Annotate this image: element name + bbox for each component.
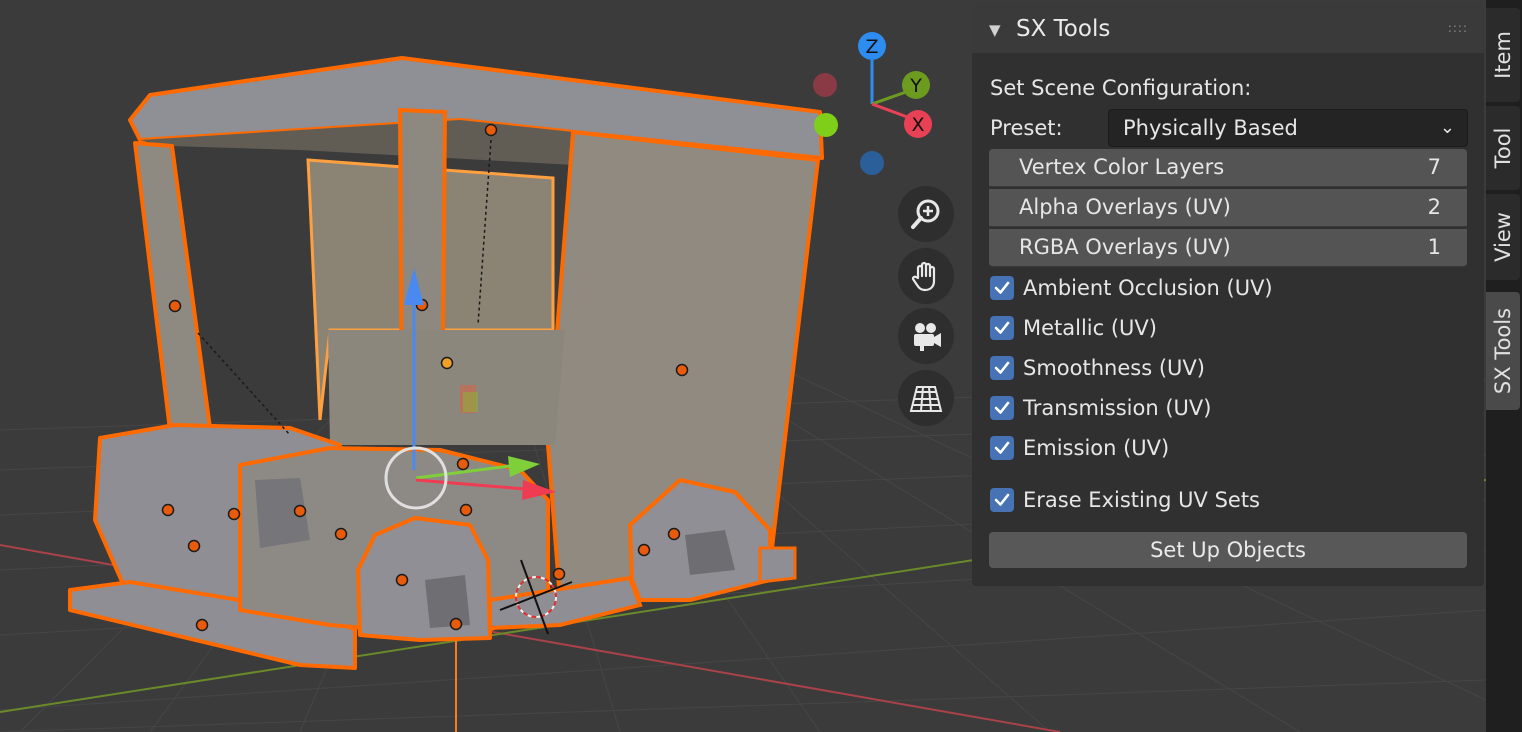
checkbox-label: Emission (UV) bbox=[1023, 436, 1170, 460]
grid-perspective-icon bbox=[909, 386, 943, 412]
metallic-checkbox-row[interactable]: Metallic (UV) bbox=[990, 313, 1157, 343]
rgba-overlays-field[interactable]: RGBA Overlays (UV) 1 bbox=[989, 229, 1467, 267]
field-label: Alpha Overlays (UV) bbox=[1019, 195, 1231, 219]
transmission-checkbox-row[interactable]: Transmission (UV) bbox=[990, 393, 1211, 423]
tab-label: Item bbox=[1491, 31, 1515, 79]
smoothness-checkbox-row[interactable]: Smoothness (UV) bbox=[990, 353, 1205, 383]
tab-view[interactable]: View bbox=[1486, 194, 1520, 280]
set-up-objects-button[interactable]: Set Up Objects bbox=[989, 532, 1467, 568]
tab-label: SX Tools bbox=[1491, 307, 1515, 395]
erase-uv-sets-checkbox[interactable] bbox=[990, 488, 1014, 512]
field-value: 7 bbox=[1427, 155, 1441, 179]
hand-pan-icon bbox=[911, 261, 936, 292]
checkmark-icon bbox=[994, 281, 1010, 294]
camera-view-button[interactable] bbox=[898, 308, 954, 364]
preset-dropdown[interactable]: Physically Based ⌄ bbox=[1108, 109, 1468, 147]
perspective-toggle-button[interactable] bbox=[898, 370, 954, 426]
checkbox-label: Transmission (UV) bbox=[1023, 396, 1212, 420]
checkmark-icon bbox=[994, 401, 1010, 414]
checkbox-label: Ambient Occlusion (UV) bbox=[1023, 276, 1273, 300]
sidebar-tabs: Item Tool View SX Tools bbox=[1486, 0, 1522, 732]
panel-header[interactable]: ▼ SX Tools :::: bbox=[972, 5, 1484, 53]
field-value: 1 bbox=[1427, 235, 1441, 259]
ambient-occlusion-checkbox-row[interactable]: Ambient Occlusion (UV) bbox=[990, 273, 1273, 303]
erase-uv-sets-checkbox-row[interactable]: Erase Existing UV Sets bbox=[990, 485, 1260, 515]
tab-label: View bbox=[1491, 212, 1515, 262]
relation-line-1 bbox=[197, 332, 291, 436]
drag-handle-icon[interactable]: :::: bbox=[1448, 21, 1468, 35]
smoothness-checkbox[interactable] bbox=[990, 356, 1014, 380]
tab-sx-tools[interactable]: SX Tools bbox=[1486, 292, 1520, 410]
ambient-occlusion-checkbox[interactable] bbox=[990, 276, 1014, 300]
checkmark-icon bbox=[994, 361, 1010, 374]
tab-item[interactable]: Item bbox=[1486, 8, 1520, 102]
chevron-down-icon: ⌄ bbox=[1439, 117, 1455, 138]
pan-button[interactable] bbox=[898, 248, 954, 304]
checkmark-icon bbox=[994, 441, 1010, 454]
panel-title: SX Tools bbox=[1016, 16, 1111, 42]
gizmo-x-label: X bbox=[911, 114, 924, 136]
checkbox-label: Metallic (UV) bbox=[1023, 316, 1157, 340]
zoom-icon bbox=[911, 199, 940, 229]
field-label: RGBA Overlays (UV) bbox=[1019, 235, 1231, 259]
tab-tool[interactable]: Tool bbox=[1486, 106, 1520, 190]
checkbox-label: Erase Existing UV Sets bbox=[1023, 488, 1260, 512]
checkmark-icon bbox=[994, 493, 1010, 506]
sx-tools-panel: ▼ SX Tools :::: Set Scene Configuration:… bbox=[972, 5, 1484, 586]
zoom-button[interactable] bbox=[898, 186, 954, 242]
vertex-color-layers-field[interactable]: Vertex Color Layers 7 bbox=[989, 149, 1467, 187]
checkbox-label: Smoothness (UV) bbox=[1023, 356, 1205, 380]
transmission-checkbox[interactable] bbox=[990, 396, 1014, 420]
emission-checkbox[interactable] bbox=[990, 436, 1014, 460]
camera-icon bbox=[914, 323, 941, 351]
orientation-gizmo[interactable]: Z Y X bbox=[813, 32, 932, 175]
field-value: 2 bbox=[1427, 195, 1441, 219]
scene-config-label: Set Scene Configuration: bbox=[990, 76, 1252, 100]
preset-value: Physically Based bbox=[1123, 116, 1298, 140]
gizmo-y-label: Y bbox=[909, 75, 922, 97]
preset-label: Preset: bbox=[990, 116, 1063, 140]
checkmark-icon bbox=[994, 321, 1010, 334]
tab-label: Tool bbox=[1491, 127, 1515, 169]
metallic-checkbox[interactable] bbox=[990, 316, 1014, 340]
emission-checkbox-row[interactable]: Emission (UV) bbox=[990, 433, 1169, 463]
field-label: Vertex Color Layers bbox=[1019, 155, 1225, 179]
alpha-overlays-field[interactable]: Alpha Overlays (UV) 2 bbox=[989, 189, 1467, 227]
gizmo-z-label: Z bbox=[865, 36, 878, 58]
collapse-arrow-icon[interactable]: ▼ bbox=[989, 21, 1001, 39]
